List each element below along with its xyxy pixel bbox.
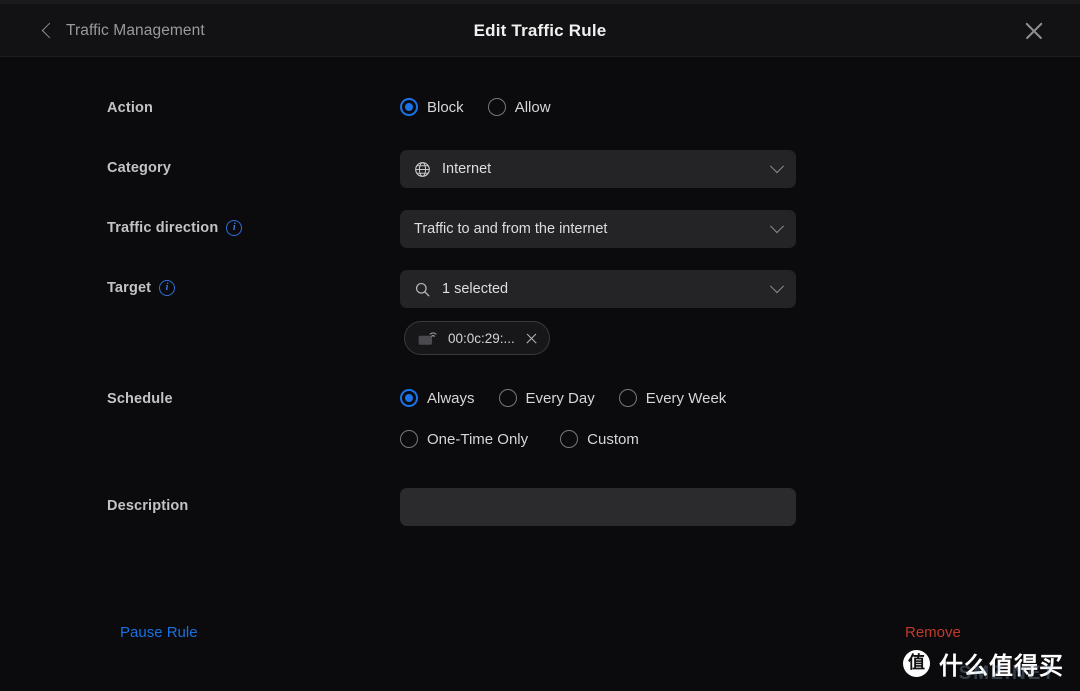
chevron-down-icon bbox=[769, 219, 785, 234]
globe-icon bbox=[415, 161, 430, 177]
back-to-traffic-management-link[interactable]: Traffic Management bbox=[41, 4, 205, 57]
radio-dot-icon bbox=[487, 98, 506, 116]
description-input[interactable] bbox=[400, 488, 796, 526]
traffic-direction-dropdown[interactable]: Traffic to and from the internet bbox=[400, 210, 796, 248]
action-radio-group: Block Allow bbox=[400, 98, 551, 116]
target-label: Target bbox=[107, 280, 176, 296]
radio-dot-icon bbox=[400, 98, 418, 116]
remove-rule-button[interactable]: Remove bbox=[905, 624, 961, 641]
search-icon bbox=[415, 282, 430, 296]
schedule-radio-group-row1: Always Every Day Every Week bbox=[400, 389, 726, 407]
category-value: Internet bbox=[442, 161, 492, 177]
action-radio-block-label: Block bbox=[427, 98, 464, 116]
category-label-text: Category bbox=[107, 160, 172, 176]
schedule-label: Schedule bbox=[107, 391, 173, 407]
schedule-radio-one-time-only[interactable]: One-Time Only bbox=[400, 430, 528, 448]
schedule-label-text: Schedule bbox=[107, 391, 173, 407]
pause-rule-button[interactable]: Pause Rule bbox=[120, 624, 198, 641]
back-link-label: Traffic Management bbox=[66, 21, 205, 39]
dialog-header: Traffic Management Edit Traffic Rule bbox=[0, 4, 1080, 57]
description-label-text: Description bbox=[107, 498, 189, 514]
radio-dot-icon bbox=[400, 430, 418, 448]
action-radio-block[interactable]: Block bbox=[400, 98, 464, 116]
schedule-radio-every-week[interactable]: Every Week bbox=[618, 389, 727, 407]
info-icon[interactable] bbox=[159, 280, 176, 296]
traffic-rule-form: Action Block Allow Category Internet Tra… bbox=[0, 57, 1080, 691]
schedule-radio-custom-label: Custom bbox=[587, 430, 639, 448]
chevron-down-icon bbox=[769, 159, 785, 174]
schedule-radio-every-day[interactable]: Every Day bbox=[498, 389, 595, 407]
schedule-radio-one-time-only-label: One-Time Only bbox=[427, 430, 529, 448]
action-radio-allow-label: Allow bbox=[514, 98, 551, 116]
close-dialog-button[interactable] bbox=[1018, 15, 1050, 47]
radio-dot-icon bbox=[560, 430, 579, 448]
target-label-text: Target bbox=[107, 280, 152, 296]
action-label: Action bbox=[107, 100, 153, 116]
category-label: Category bbox=[107, 160, 171, 176]
target-chip[interactable]: 00:0c:29:... bbox=[404, 321, 550, 355]
info-icon[interactable] bbox=[226, 220, 243, 236]
action-radio-allow[interactable]: Allow bbox=[487, 98, 551, 116]
target-chip-remove-button[interactable] bbox=[525, 332, 538, 345]
radio-dot-icon bbox=[400, 389, 418, 407]
radio-dot-icon bbox=[618, 389, 637, 407]
category-dropdown[interactable]: Internet bbox=[400, 150, 796, 188]
schedule-radio-every-week-label: Every Week bbox=[645, 389, 727, 407]
target-value: 1 selected bbox=[442, 281, 509, 297]
chevron-left-icon bbox=[41, 22, 58, 38]
edit-traffic-rule-dialog: Traffic Management Edit Traffic Rule Act… bbox=[0, 0, 1080, 691]
traffic-direction-label-text: Traffic direction bbox=[107, 220, 219, 236]
description-label: Description bbox=[107, 498, 188, 514]
schedule-radio-always-label: Always bbox=[427, 389, 475, 407]
schedule-radio-every-day-label: Every Day bbox=[525, 389, 595, 407]
target-chip-label: 00:0c:29:... bbox=[448, 330, 515, 346]
schedule-radio-always[interactable]: Always bbox=[400, 389, 475, 407]
schedule-radio-group-row2: One-Time Only Custom bbox=[400, 430, 639, 448]
action-label-text: Action bbox=[107, 100, 154, 116]
schedule-radio-custom[interactable]: Custom bbox=[560, 430, 639, 448]
radio-dot-icon bbox=[498, 389, 517, 407]
traffic-direction-value: Traffic to and from the internet bbox=[414, 221, 608, 237]
chevron-down-icon bbox=[769, 279, 785, 294]
target-select[interactable]: 1 selected bbox=[400, 270, 796, 308]
device-icon bbox=[418, 332, 437, 345]
traffic-direction-label: Traffic direction bbox=[107, 220, 243, 236]
